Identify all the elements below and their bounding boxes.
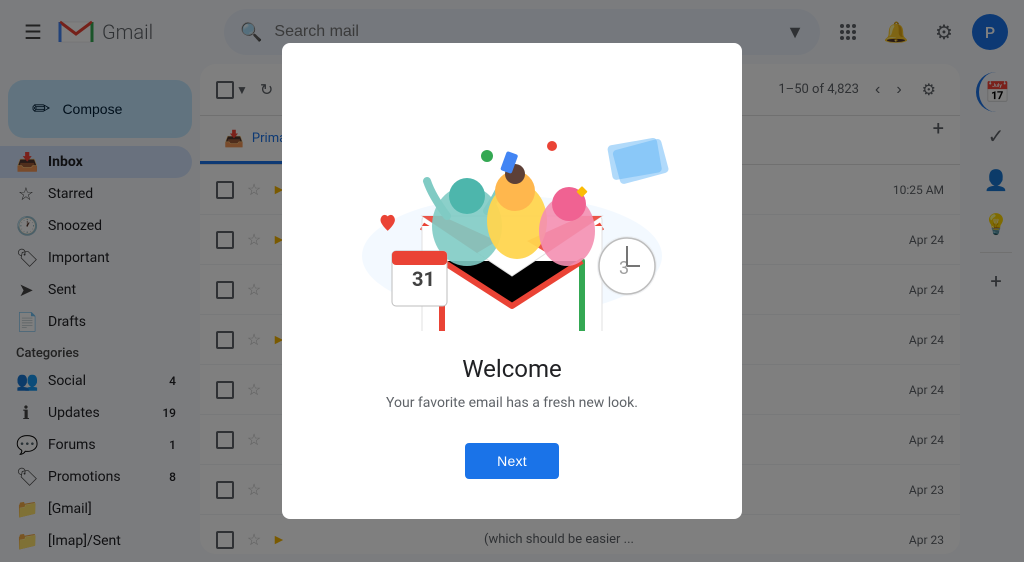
next-button[interactable]: Next — [465, 443, 559, 479]
svg-text:31: 31 — [412, 267, 435, 291]
modal-overlay[interactable]: 3 31 Welcome Your favorite email has a f… — [0, 0, 1024, 562]
modal-illustration: 3 31 — [332, 91, 692, 331]
gmail-welcome-illustration: 3 31 — [332, 91, 692, 331]
modal-subtitle: Your favorite email has a fresh new look… — [386, 395, 638, 411]
modal-title: Welcome — [462, 355, 562, 383]
welcome-modal: 3 31 Welcome Your favorite email has a f… — [282, 43, 742, 519]
